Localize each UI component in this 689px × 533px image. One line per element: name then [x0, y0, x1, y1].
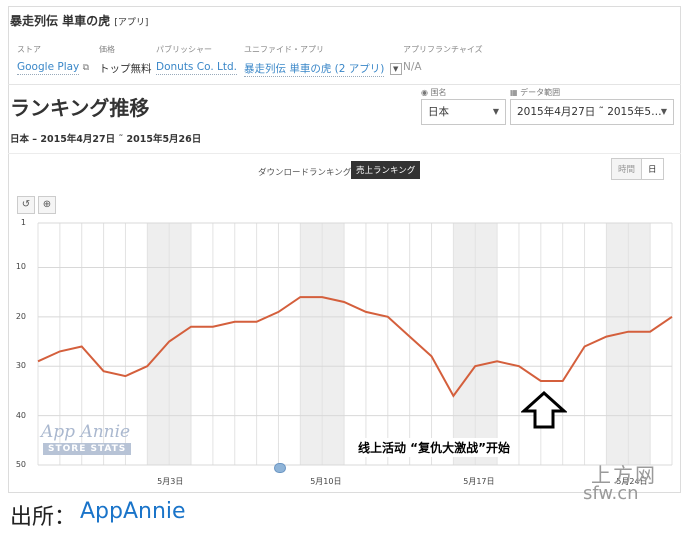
- divider: [8, 84, 681, 85]
- unified-label: ユニファイド・アプリ: [244, 45, 324, 54]
- range-filter-label: ▦ データ範囲: [510, 87, 560, 98]
- appannie-watermark: App Annie: [41, 422, 131, 442]
- zoom-icon[interactable]: ⊕: [38, 196, 56, 214]
- site-watermark-domain: sfw.cn: [583, 483, 639, 504]
- app-title-tag: [アプリ]: [114, 18, 149, 28]
- date-range-select[interactable]: 2015年4月27日 ˜ 2015年5… ▼: [510, 99, 674, 125]
- country-label-text: 国名: [430, 88, 447, 97]
- meta-publisher: パブリッシャー Donuts Co. Ltd.: [156, 44, 237, 75]
- country-select-value: 日本: [428, 106, 449, 118]
- y-tick-label: 10: [15, 262, 26, 272]
- unified-link[interactable]: 暴走列伝 単車の虎 (2 アプリ): [244, 63, 385, 77]
- up-arrow-icon: [521, 391, 567, 429]
- franchise-value: N/A: [403, 61, 422, 73]
- download-ranking-tab[interactable]: ダウンロードランキング: [258, 166, 351, 178]
- country-select[interactable]: 日本 ▼: [421, 99, 506, 125]
- app-title-text: 暴走列伝 単車の虎: [10, 14, 111, 28]
- page-title: ランキング推移: [10, 96, 150, 120]
- y-tick-label: 30: [15, 361, 26, 371]
- chevron-down-icon: ▼: [492, 107, 499, 116]
- publisher-link[interactable]: Donuts Co. Ltd.: [156, 61, 237, 75]
- app-title: 暴走列伝 単車の虎 [アプリ]: [10, 12, 148, 29]
- price-value: トップ無料: [99, 63, 152, 75]
- meta-store: ストア Google Play ⧉: [17, 44, 90, 75]
- country-filter-label: ◉ 国名: [421, 87, 447, 98]
- external-link-icon: ⧉: [82, 63, 90, 73]
- x-tick-label: 5月10日: [310, 477, 342, 486]
- y-tick-label: 50: [15, 460, 26, 469]
- chevron-down-icon: ▼: [660, 107, 667, 116]
- campaign-annotation: 线上活动 “复仇大激战”开始: [350, 438, 518, 457]
- undo-icon[interactable]: ↺: [17, 196, 35, 214]
- meta-price: 価格 トップ無料: [99, 44, 152, 76]
- meta-franchise: アプリフランチャイズ N/A: [403, 44, 483, 73]
- source-link[interactable]: AppAnnie: [80, 499, 186, 524]
- y-tick-label: 40: [15, 410, 26, 420]
- store-label: ストア: [17, 45, 41, 54]
- x-tick-label: 5月17日: [463, 477, 495, 486]
- price-label: 価格: [99, 45, 115, 54]
- globe-icon: ◉: [421, 88, 428, 97]
- y-tick-label: 20: [15, 311, 26, 321]
- y-tick-label: 1: [20, 218, 26, 227]
- store-value[interactable]: Google Play ⧉: [17, 61, 90, 75]
- day-button[interactable]: 日: [641, 159, 663, 179]
- chevron-down-icon[interactable]: ▼: [389, 63, 402, 75]
- revenue-ranking-tab[interactable]: 売上ランキング: [351, 161, 421, 179]
- divider: [8, 153, 681, 154]
- app-panel: [8, 6, 681, 493]
- undo-glyph: ↺: [21, 199, 31, 210]
- range-label-text: データ範囲: [520, 88, 561, 97]
- store-link[interactable]: Google Play: [17, 61, 80, 75]
- page-subtitle: 日本 – 2015年4月27日 ˜ 2015年5月26日: [10, 134, 202, 145]
- appannie-watermark-sub: STORE STATS: [43, 443, 132, 455]
- hour-button[interactable]: 時間: [612, 159, 642, 179]
- franchise-label: アプリフランチャイズ: [403, 45, 483, 54]
- range-slider-handle[interactable]: [274, 463, 286, 473]
- calendar-icon: ▦: [510, 88, 518, 97]
- publisher-label: パブリッシャー: [156, 45, 212, 54]
- meta-unified: ユニファイド・アプリ 暴走列伝 単車の虎 (2 アプリ) ▼: [244, 44, 402, 77]
- date-range-value: 2015年4月27日 ˜ 2015年5…: [517, 106, 662, 118]
- x-tick-label: 5月3日: [157, 477, 184, 486]
- zoom-glyph: ⊕: [42, 199, 52, 210]
- source-label: 出所：: [10, 505, 77, 530]
- granularity-toggle: 時間 日: [611, 158, 664, 180]
